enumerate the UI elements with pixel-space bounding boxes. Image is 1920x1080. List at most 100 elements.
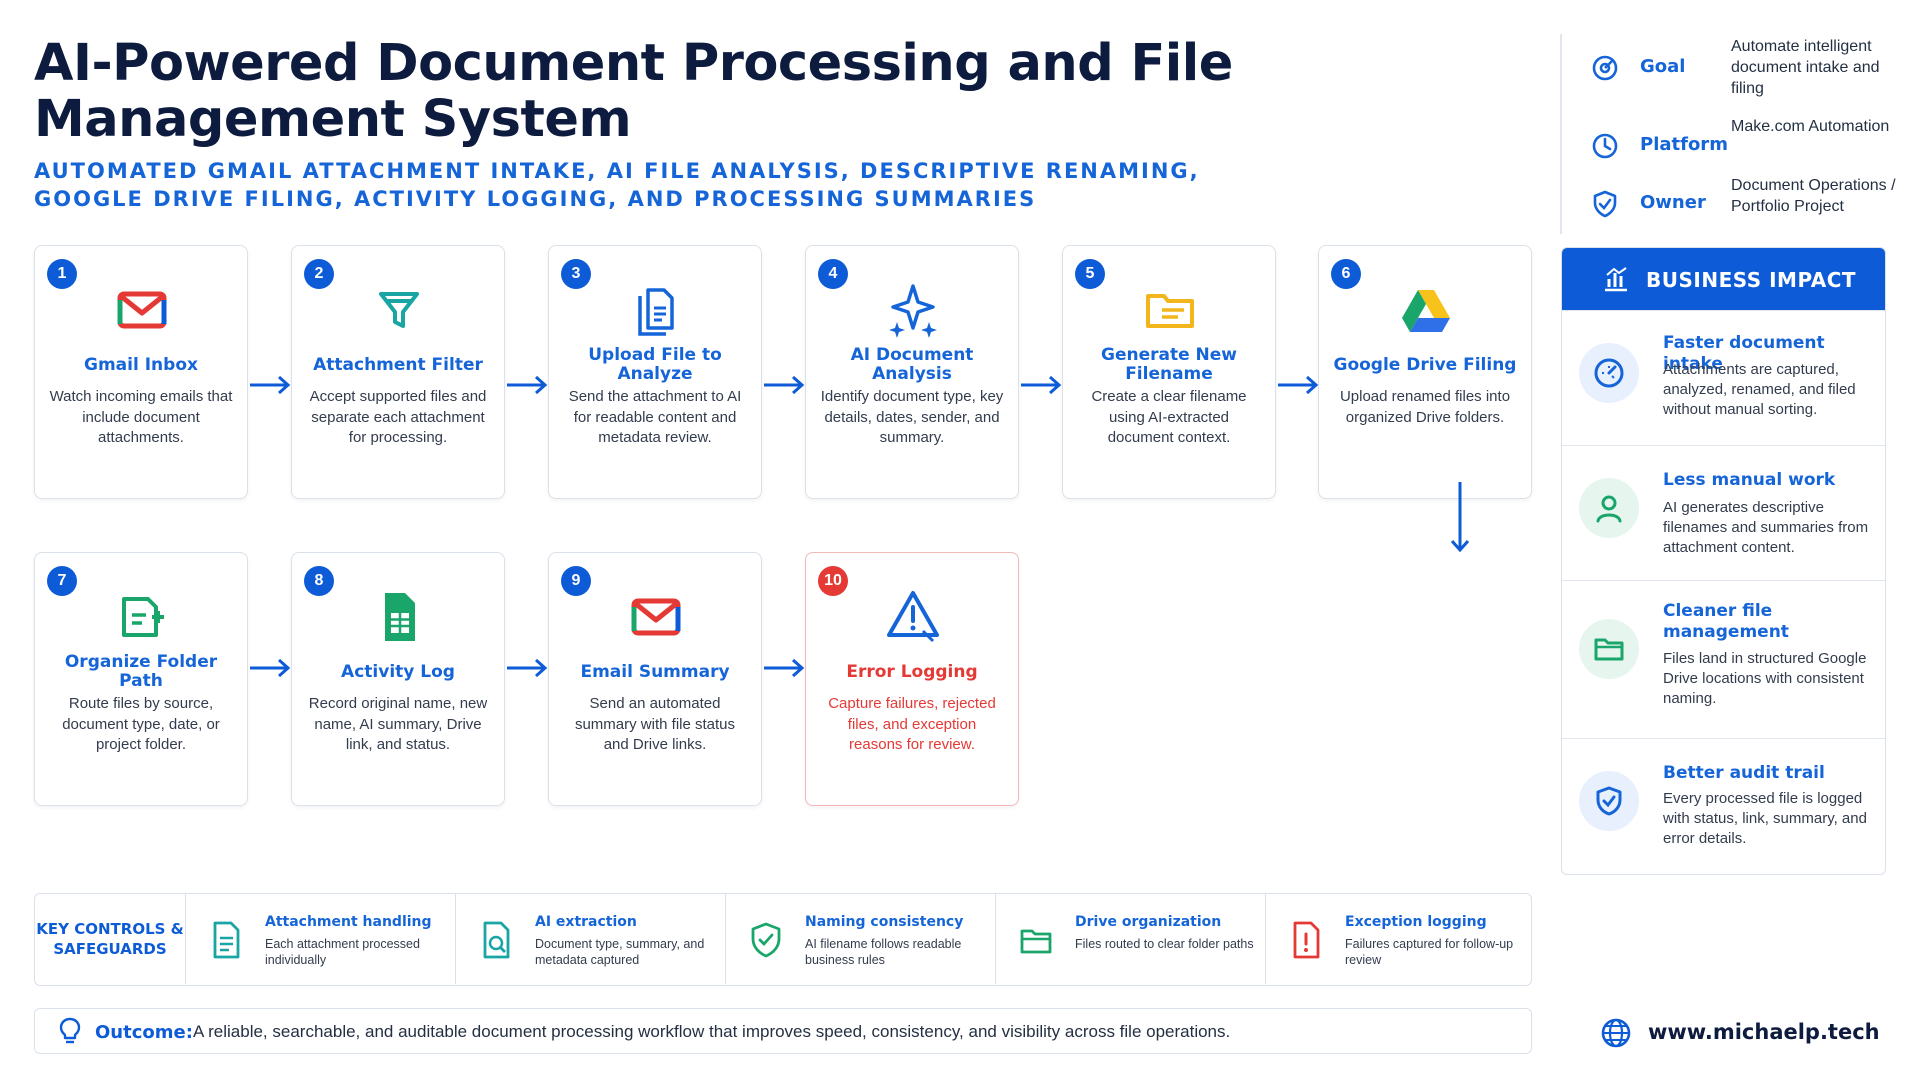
step-number-badge: 5 (1075, 259, 1105, 289)
filter-icon (379, 292, 419, 328)
step-number-badge: 6 (1331, 259, 1361, 289)
person-icon (1596, 495, 1622, 523)
step-description: Create a clear filename using AI-extract… (1091, 388, 1247, 446)
flow-arrow-icon (764, 375, 805, 395)
step-description: Identify document type, key details, dat… (820, 388, 1004, 446)
step-title: Gmail Inbox (84, 354, 198, 375)
bar-chart-icon (1605, 267, 1627, 292)
flow-down-arrow-icon (1450, 482, 1470, 553)
control-item: Attachment handling Each attachment proc… (185, 894, 455, 984)
document-alert-icon (1293, 921, 1320, 959)
control-name: Drive organization (1075, 914, 1222, 930)
control-description: Each attachment processed individually (265, 937, 420, 967)
impact-icon-badge (1579, 771, 1639, 831)
flow-arrow-icon (250, 375, 291, 395)
impact-icon-badge (1579, 343, 1639, 403)
meta-value: Make.com Automation (1731, 118, 1890, 135)
impact-name: Better audit trail (1663, 763, 1825, 783)
impact-name: Cleaner file management (1663, 601, 1789, 642)
outcome-label: Outcome: (95, 1022, 193, 1043)
impact-description: Attachments are captured, analyzed, rena… (1663, 361, 1856, 418)
step-number-badge: 3 (561, 259, 591, 289)
step-card-9: 9 Email Summary Send an automated summar… (548, 552, 762, 806)
step-card-6: 6 Google Drive Filing Upload renamed fil… (1318, 245, 1532, 499)
step-description: Send the attachment to AI for readable c… (568, 388, 742, 446)
flow-arrow-icon (1021, 375, 1062, 395)
step-title: Error Logging (846, 661, 978, 682)
control-description: Document type, summary, and metadata cap… (535, 937, 705, 967)
control-name: Naming consistency (805, 914, 964, 930)
step-number-badge: 2 (304, 259, 334, 289)
control-description: Failures captured for follow-up review (1345, 937, 1514, 967)
step-title: Upload File to Analyze (588, 345, 722, 384)
step-description: Accept supported files and separate each… (309, 388, 487, 446)
control-description: Files routed to clear folder paths (1075, 937, 1254, 951)
warning-icon (887, 591, 939, 643)
step-description: Route files by source, document type, da… (62, 695, 220, 753)
impact-icon-badge (1579, 478, 1639, 538)
step-card-3: 3 Upload File to Analyze Send the attach… (548, 245, 762, 499)
document-search-icon (483, 921, 510, 959)
impact-item: Cleaner file management Files land in st… (1562, 580, 1885, 715)
step-number-badge: 7 (47, 566, 77, 596)
folder-icon (1594, 638, 1624, 661)
flow-arrow-icon (507, 375, 548, 395)
impact-icon-badge (1579, 619, 1639, 679)
step-number-badge: 10 (818, 566, 848, 596)
step-title: Generate New Filename (1100, 345, 1237, 384)
page-title: AI-Powered Document Processing and File … (34, 34, 1233, 149)
flow-arrow-icon (1278, 375, 1319, 395)
document-icon (213, 921, 240, 959)
meta-value: Document Operations / Portfolio Project (1731, 177, 1896, 215)
step-number-badge: 8 (304, 566, 334, 596)
meta-platform: Platform Make.com Automation (1590, 114, 1910, 174)
key-controls-label: KEY CONTROLS & SAFEGUARDS (36, 920, 184, 958)
business-impact-header: BUSINESS IMPACT (1562, 248, 1885, 310)
page-subtitle: AUTOMATED GMAIL ATTACHMENT INTAKE, AI FI… (34, 159, 1200, 211)
step-description: Record original name, new name, AI summa… (308, 695, 488, 753)
step-description: Send an automated summary with file stat… (574, 695, 736, 753)
step-title: Activity Log (341, 661, 455, 682)
step-number-badge: 1 (47, 259, 77, 289)
step-card-10: 10 Error Logging Capture failures, rejec… (805, 552, 1019, 806)
meta-divider (1560, 34, 1562, 234)
business-impact-title: BUSINESS IMPACT (1646, 268, 1857, 292)
step-description: Capture failures, rejected files, and ex… (828, 695, 996, 753)
lightbulb-icon (59, 1017, 81, 1044)
impact-name: Less manual work (1663, 470, 1836, 490)
control-name: Exception logging (1345, 914, 1487, 930)
gmail-icon (631, 598, 681, 636)
meta-goal: Goal Automate intelligent document intak… (1590, 36, 1910, 97)
step-title: Google Drive Filing (1333, 354, 1517, 375)
target-icon (1592, 55, 1618, 81)
spreadsheet-icon (385, 593, 415, 641)
step-title: AI Document Analysis (850, 345, 974, 384)
step-number-badge: 4 (818, 259, 848, 289)
step-title: Email Summary (580, 661, 730, 682)
outcome-panel: Outcome: A reliable, searchable, and aud… (34, 1008, 1532, 1054)
step-card-4: 4 AI Document Analysis Identify document… (805, 245, 1019, 499)
google-drive-icon (1402, 290, 1450, 332)
impact-description: Files land in structured Google Drive lo… (1663, 650, 1867, 707)
meta-value: Automate intelligent document intake and… (1731, 38, 1880, 97)
step-description: Upload renamed files into organized Driv… (1339, 388, 1511, 426)
control-item: AI extraction Document type, summary, an… (455, 894, 725, 984)
document-upload-icon (638, 288, 674, 336)
step-card-8: 8 Activity Log Record original name, new… (291, 552, 505, 806)
step-card-7: 7 Organize Folder Path Route files by so… (34, 552, 248, 806)
flow-arrow-icon (764, 658, 805, 678)
step-title: Organize Folder Path (64, 652, 218, 691)
shield-check-icon (1596, 786, 1622, 816)
impact-description: Every processed file is logged with stat… (1663, 790, 1867, 847)
control-item: Exception logging Failures captured for … (1265, 894, 1531, 984)
control-name: Attachment handling (265, 914, 432, 930)
website-link[interactable]: www.michaelp.tech (1648, 1020, 1880, 1044)
outcome-text: A reliable, searchable, and auditable do… (193, 1022, 1231, 1041)
control-item: Drive organization Files routed to clear… (995, 894, 1265, 984)
gmail-icon (117, 291, 167, 329)
meta-label: Owner (1640, 192, 1706, 213)
folder-icon (1020, 929, 1052, 954)
globe-icon (1601, 1018, 1631, 1048)
impact-item: Better audit trail Every processed file … (1562, 738, 1885, 874)
step-description: Watch incoming emails that include docum… (49, 388, 233, 446)
